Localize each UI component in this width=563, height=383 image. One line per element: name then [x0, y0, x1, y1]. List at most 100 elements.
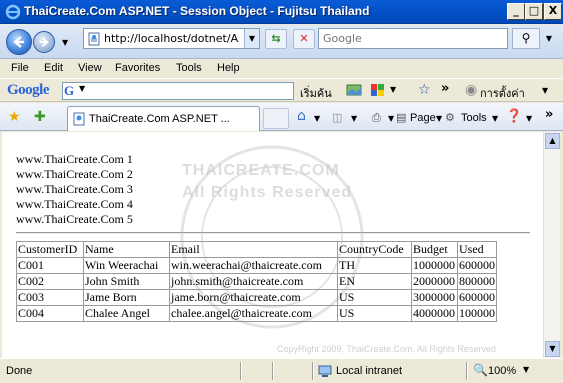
menu-file[interactable]: File [11, 62, 29, 74]
table-row: C004 Chalee Angel chalee.angel@thaicreat… [16, 305, 497, 322]
cell-customerid: C002 [16, 273, 84, 290]
cell-used: 600000 [457, 289, 497, 306]
address-bar[interactable]: ▼ [83, 28, 260, 49]
maximize-button[interactable]: □ [525, 3, 543, 20]
status-text: Done [6, 365, 33, 377]
search-box[interactable] [318, 28, 508, 49]
print-dropdown-icon[interactable]: ▼ [388, 114, 394, 123]
favorites-star-icon[interactable]: ★ [8, 109, 21, 125]
text-line: www.ThaiCreate.Com 4 [16, 197, 133, 211]
menu-favorites[interactable]: Favorites [115, 62, 160, 74]
tab-active[interactable]: ThaiCreate.Com ASP.NET ... [67, 106, 260, 131]
google-search-box[interactable]: G ▼ [62, 82, 294, 100]
header-countrycode: CountryCode [337, 241, 412, 258]
zoom-level[interactable]: 100% [488, 365, 516, 377]
scroll-down-icon[interactable]: ▼ [545, 341, 560, 357]
page-icon [88, 32, 100, 46]
security-zone[interactable]: Local intranet [336, 365, 402, 377]
bookmarks-icon[interactable] [370, 83, 386, 97]
history-dropdown-icon[interactable]: ▼ [62, 38, 68, 47]
google-search-button[interactable]: เริ่มค้น [300, 84, 332, 102]
more-tools-icon[interactable]: » [441, 81, 449, 96]
cell-name: John Smith [83, 273, 170, 290]
vertical-scrollbar[interactable]: ▲ ▼ [543, 132, 560, 358]
minimize-button[interactable]: _ [507, 3, 525, 20]
help-icon[interactable]: ❓ [506, 109, 522, 124]
star-icon[interactable]: ☆ [418, 82, 431, 98]
help-dropdown-icon[interactable]: ▼ [526, 114, 532, 123]
search-icon: ⚲ [521, 31, 531, 45]
status-divider [240, 362, 242, 380]
cell-name: Chalee Angel [83, 305, 170, 322]
url-input[interactable] [104, 31, 239, 46]
text-line: www.ThaiCreate.Com 3 [16, 182, 133, 196]
intranet-zone-icon [318, 365, 332, 377]
settings-dropdown-icon[interactable]: ▼ [542, 86, 548, 95]
table-header-row: CustomerID Name Email CountryCode Budget… [16, 241, 497, 258]
google-settings-button[interactable]: การตั้งค่า [480, 84, 525, 102]
stop-button[interactable]: ✕ [293, 29, 315, 49]
bookmarks-dropdown-icon[interactable]: ▼ [390, 85, 396, 94]
watermark-subtitle: All Rights Reserved [182, 184, 353, 201]
tools-dropdown-icon[interactable]: ▼ [492, 114, 498, 123]
menu-help[interactable]: Help [217, 62, 240, 74]
menu-bar: File Edit View Favorites Tools Help [0, 60, 563, 78]
feeds-icon[interactable]: ◫ [332, 111, 342, 124]
cell-budget: 2000000 [411, 273, 458, 290]
cell-customerid: C003 [16, 289, 84, 306]
cell-email: john.smith@thaicreate.com [169, 273, 338, 290]
cell-budget: 4000000 [411, 305, 458, 322]
print-icon[interactable]: ⎙ [372, 111, 381, 125]
add-favorites-icon[interactable]: ✚ [34, 109, 46, 125]
cell-budget: 1000000 [411, 257, 458, 274]
header-name: Name [83, 241, 170, 258]
header-used: Used [457, 241, 497, 258]
image-icon[interactable] [346, 83, 362, 97]
menu-view[interactable]: View [78, 62, 102, 74]
tools-menu-button[interactable]: Tools [461, 112, 487, 124]
back-button[interactable] [6, 29, 32, 55]
cell-countrycode: US [337, 305, 412, 322]
forward-button[interactable] [33, 31, 55, 53]
customer-table: CustomerID Name Email CountryCode Budget… [16, 241, 497, 322]
zoom-dropdown-icon[interactable]: ▼ [523, 365, 529, 374]
page-dropdown-icon[interactable]: ▼ [436, 114, 442, 123]
header-customerid: CustomerID [16, 241, 84, 258]
page-menu-button[interactable]: Page [410, 112, 436, 124]
more-commands-icon[interactable]: » [545, 107, 553, 122]
search-input[interactable] [323, 31, 503, 46]
new-tab-button[interactable] [263, 108, 289, 129]
menu-tools[interactable]: Tools [176, 62, 202, 74]
text-line: www.ThaiCreate.Com 1 [16, 152, 133, 166]
table-row: C003 Jame Born jame.born@thaicreate.com … [16, 289, 497, 306]
scroll-up-icon[interactable]: ▲ [545, 133, 560, 149]
home-icon[interactable]: ⌂ [297, 108, 306, 124]
feeds-dropdown-icon[interactable]: ▼ [351, 114, 357, 123]
google-logo[interactable]: Google [7, 82, 50, 99]
title-bar[interactable]: ThaiCreate.Com ASP.NET - Session Object … [0, 0, 563, 24]
cell-name: Jame Born [83, 289, 170, 306]
google-logo-text: Google [7, 82, 50, 98]
copyright-watermark: CopyRight 2009, ThaiCreate.Com, All Righ… [277, 344, 496, 354]
address-dropdown-icon[interactable]: ▼ [244, 29, 259, 48]
menu-edit[interactable]: Edit [44, 62, 63, 74]
internet-explorer-icon [5, 4, 21, 20]
refresh-button[interactable]: ⇆ [265, 29, 287, 49]
cell-used: 600000 [457, 257, 497, 274]
close-button[interactable]: X [544, 3, 562, 20]
zoom-icon[interactable]: 🔍 [473, 363, 488, 377]
gear-icon: ⚙ [445, 111, 455, 124]
cell-budget: 3000000 [411, 289, 458, 306]
cell-email: chalee.angel@thaicreate.com [169, 305, 338, 322]
cell-email: win.weerachai@thaicreate.com [169, 257, 338, 274]
horizontal-rule [16, 232, 530, 234]
tab-label: ThaiCreate.Com ASP.NET ... [89, 113, 230, 125]
home-dropdown-icon[interactable]: ▼ [314, 114, 320, 123]
status-divider [466, 362, 468, 380]
search-button[interactable]: ⚲ [512, 28, 540, 49]
status-divider [272, 362, 274, 380]
google-dropdown-icon[interactable]: ▼ [79, 84, 85, 93]
table-row: C002 John Smith john.smith@thaicreate.co… [16, 273, 497, 290]
search-options-dropdown-icon[interactable]: ▼ [541, 28, 557, 49]
header-email: Email [169, 241, 338, 258]
